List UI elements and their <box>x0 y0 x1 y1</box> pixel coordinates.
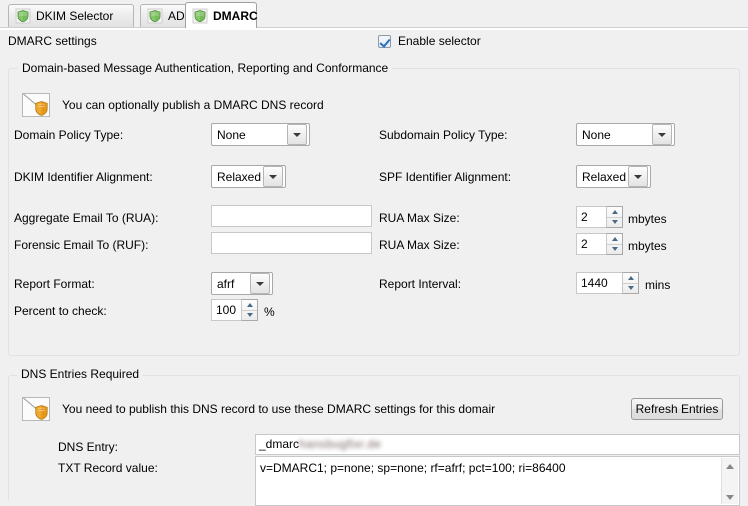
dns-entry-domain: hansbugfixr.de <box>299 437 382 451</box>
report-interval-input[interactable]: 1440 <box>576 272 622 294</box>
tab-dmarc[interactable]: DMARC <box>185 2 258 28</box>
chevron-down-icon[interactable] <box>250 273 270 294</box>
percent-to-check-label: Percent to check: <box>14 304 107 318</box>
shield-icon <box>15 8 31 24</box>
enable-selector-row[interactable]: Enable selector <box>378 34 481 48</box>
chevron-down-icon[interactable] <box>287 124 307 145</box>
percent-decrement-icon[interactable] <box>242 309 257 321</box>
domain-policy-value: None <box>217 127 246 142</box>
chevron-down-icon[interactable] <box>652 124 672 145</box>
rua-label: Aggregate Email To (RUA): <box>14 211 159 225</box>
enable-selector-checkbox[interactable] <box>378 34 391 48</box>
rua-max-size-unit: mbytes <box>628 212 667 226</box>
spf-alignment-label: SPF Identifier Alignment: <box>379 170 512 184</box>
report-format-select[interactable]: afrf <box>211 272 273 295</box>
txt-record-value: v=DMARC1; p=none; sp=none; rf=afrf; pct=… <box>260 461 566 475</box>
percent-to-check-stepper[interactable]: 100 <box>211 299 258 321</box>
dkim-alignment-label: DKIM Identifier Alignment: <box>14 170 153 184</box>
report-interval-label: Report Interval: <box>379 277 462 291</box>
scroll-up-icon[interactable] <box>722 458 738 473</box>
report-format-value: afrf <box>217 276 235 291</box>
ruf-label: Forensic Email To (RUF): <box>14 238 149 252</box>
shield-icon <box>147 8 163 24</box>
envelope-shield-icon <box>22 93 50 117</box>
subdomain-policy-select[interactable]: None <box>576 123 675 146</box>
percent-to-check-input[interactable]: 100 <box>211 299 241 321</box>
domain-policy-label: Domain Policy Type: <box>14 128 124 142</box>
tab-label: DMARC <box>213 8 258 23</box>
percent-unit: % <box>264 305 275 319</box>
ruf-max-size-stepper[interactable]: 2 <box>576 233 623 255</box>
report-format-label: Report Format: <box>14 277 95 291</box>
dkim-alignment-select[interactable]: Relaxed <box>211 165 286 188</box>
ruf-input[interactable] <box>211 232 372 254</box>
scroll-down-icon[interactable] <box>722 489 738 504</box>
page-title: DMARC settings <box>8 34 97 48</box>
txt-record-textarea[interactable]: v=DMARC1; p=none; sp=none; rf=afrf; pct=… <box>255 456 740 506</box>
dns-info-row: You need to publish this DNS record to u… <box>22 397 495 421</box>
spf-alignment-value: Relaxed <box>582 169 627 184</box>
rua-max-size-decrement-icon[interactable] <box>607 216 622 228</box>
tab-bar: DKIM Selector ADSP DMARC <box>0 0 748 30</box>
dns-info-text: You need to publish this DNS record to u… <box>62 402 496 416</box>
ruf-max-size-label: RUA Max Size: <box>379 238 460 252</box>
subdomain-policy-value: None <box>582 127 611 142</box>
rua-input[interactable] <box>211 205 372 227</box>
tab-dkim-selector[interactable]: DKIM Selector <box>8 4 134 27</box>
dmarc-group-title: Domain-based Message Authentication, Rep… <box>18 61 393 75</box>
spf-alignment-select[interactable]: Relaxed <box>576 165 651 188</box>
refresh-entries-button[interactable]: Refresh Entries <box>631 398 723 420</box>
dns-entry-prefix: _dmarc <box>259 437 300 451</box>
shield-icon <box>192 8 208 24</box>
rua-max-size-increment-icon[interactable] <box>607 207 622 217</box>
report-interval-unit: mins <box>645 278 671 292</box>
enable-selector-label: Enable selector <box>398 34 481 48</box>
txt-record-label: TXT Record value: <box>58 461 158 475</box>
chevron-down-icon[interactable] <box>263 166 283 187</box>
rua-max-size-label: RUA Max Size: <box>379 211 460 225</box>
tab-bar-underline <box>0 27 748 30</box>
rua-max-size-stepper[interactable]: 2 <box>576 206 623 228</box>
dns-group-title: DNS Entries Required <box>17 367 144 381</box>
report-interval-stepper[interactable]: 1440 <box>576 272 639 294</box>
envelope-shield-icon <box>22 397 50 421</box>
report-interval-increment-icon[interactable] <box>623 273 638 283</box>
ruf-max-size-input[interactable]: 2 <box>576 233 606 255</box>
percent-increment-icon[interactable] <box>242 300 257 310</box>
dmarc-info-text: You can optionally publish a DMARC DNS r… <box>62 98 324 112</box>
dns-entry-input[interactable]: _dmarchansbugfixr.de <box>255 434 740 455</box>
dkim-alignment-value: Relaxed <box>217 169 262 184</box>
ruf-max-size-decrement-icon[interactable] <box>607 243 622 255</box>
txt-record-scrollbar[interactable] <box>721 458 738 504</box>
ruf-max-size-unit: mbytes <box>628 239 667 253</box>
subdomain-policy-label: Subdomain Policy Type: <box>379 128 508 142</box>
rua-max-size-input[interactable]: 2 <box>576 206 606 228</box>
ruf-max-size-increment-icon[interactable] <box>607 234 622 244</box>
dmarc-info-row: You can optionally publish a DMARC DNS r… <box>22 93 324 117</box>
tab-label: DKIM Selector <box>36 9 114 23</box>
dns-entry-label: DNS Entry: <box>58 440 119 454</box>
chevron-down-icon[interactable] <box>628 166 648 187</box>
domain-policy-select[interactable]: None <box>211 123 310 146</box>
report-interval-decrement-icon[interactable] <box>623 282 638 294</box>
